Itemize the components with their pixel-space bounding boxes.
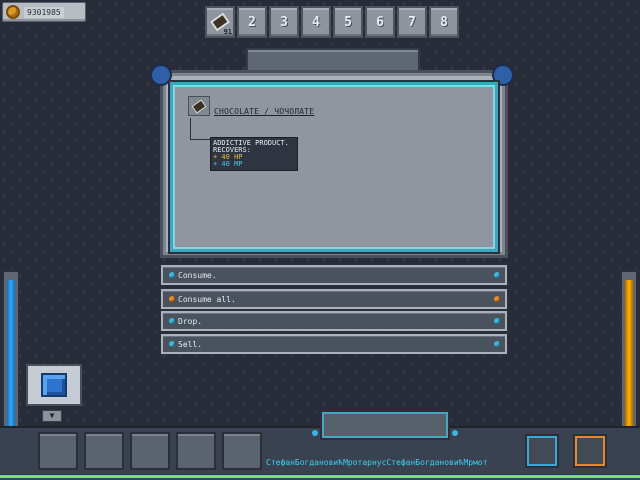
consume-button[interactable]: Consume. xyxy=(161,265,507,285)
gem-icon xyxy=(169,341,175,347)
equip-slot-blue[interactable] xyxy=(525,434,559,468)
gem-icon xyxy=(494,296,500,302)
drop-button[interactable]: Drop. xyxy=(161,311,507,331)
hotbar-slot-7[interactable]: 7 xyxy=(397,6,427,38)
item-description: ADDICTIVE PRODUCT. RECOVERS: + 40 HP + 4… xyxy=(210,137,298,171)
money-value: 9301985 xyxy=(24,6,64,18)
pin-icon xyxy=(312,430,318,436)
slot-number: 4 xyxy=(312,14,320,30)
item-preview xyxy=(26,364,82,406)
mp-fill xyxy=(625,280,633,435)
button-label: Consume all. xyxy=(178,294,236,304)
pin-icon xyxy=(452,430,458,436)
progress-line xyxy=(0,474,640,478)
slot-number: 8 xyxy=(440,14,448,30)
bottom-slot-3[interactable] xyxy=(130,432,170,470)
chocolate-icon xyxy=(191,98,207,114)
gem-icon xyxy=(494,318,500,324)
hotbar-slot-3[interactable]: 3 xyxy=(269,6,299,38)
hotbar-slot-6[interactable]: 6 xyxy=(365,6,395,38)
coin-icon xyxy=(6,5,20,19)
scrolling-text: СтефанБогдановићМротарнусСтефанБогданови… xyxy=(266,458,488,467)
corner-orb-icon xyxy=(150,64,172,86)
mp-meter xyxy=(620,270,638,440)
blue-cube-icon xyxy=(41,373,67,397)
gem-icon xyxy=(494,341,500,347)
hotbar-slot-5[interactable]: 5 xyxy=(333,6,363,38)
gem-icon xyxy=(169,296,175,302)
bottom-slot-1[interactable] xyxy=(38,432,78,470)
hotbar-slot-2[interactable]: 2 xyxy=(237,6,267,38)
hotbar-slot-1[interactable]: 91 xyxy=(205,6,235,38)
item-icon-box xyxy=(188,96,210,116)
bottom-slot-2[interactable] xyxy=(84,432,124,470)
sell-button[interactable]: Sell. xyxy=(161,334,507,354)
gem-icon xyxy=(169,272,175,278)
hotbar-slot-8[interactable]: 8 xyxy=(429,6,459,38)
slot-number: 3 xyxy=(280,14,288,30)
equip-slot-orange[interactable] xyxy=(573,434,607,468)
button-label: Consume. xyxy=(178,270,217,280)
hp-fill xyxy=(7,280,15,435)
slot-number: 2 xyxy=(248,14,256,30)
hotbar-slot-4[interactable]: 4 xyxy=(301,6,331,38)
money-display: 9301985 xyxy=(2,2,86,22)
consume-all-button[interactable]: Consume all. xyxy=(161,289,507,309)
bottom-slot-4[interactable] xyxy=(176,432,216,470)
slot-number: 5 xyxy=(344,14,352,30)
hp-meter xyxy=(2,270,20,440)
gem-icon xyxy=(494,272,500,278)
button-label: Drop. xyxy=(178,316,203,326)
chevron-down-icon[interactable]: ▼ xyxy=(42,410,62,422)
bottom-slot-5[interactable] xyxy=(222,432,262,470)
item-count: 91 xyxy=(223,28,232,36)
mp-recover: + 40 MP xyxy=(213,160,243,168)
leader-line xyxy=(190,118,212,140)
slot-number: 6 xyxy=(376,14,384,30)
gem-icon xyxy=(169,318,175,324)
button-label: Sell. xyxy=(178,339,203,349)
slot-number: 7 xyxy=(408,14,416,30)
center-display xyxy=(320,410,450,440)
item-name: CHOCOLATE / ЧОЧОЛАТЕ xyxy=(214,107,315,116)
hotbar: 91 2 3 4 5 6 7 8 xyxy=(205,6,459,38)
